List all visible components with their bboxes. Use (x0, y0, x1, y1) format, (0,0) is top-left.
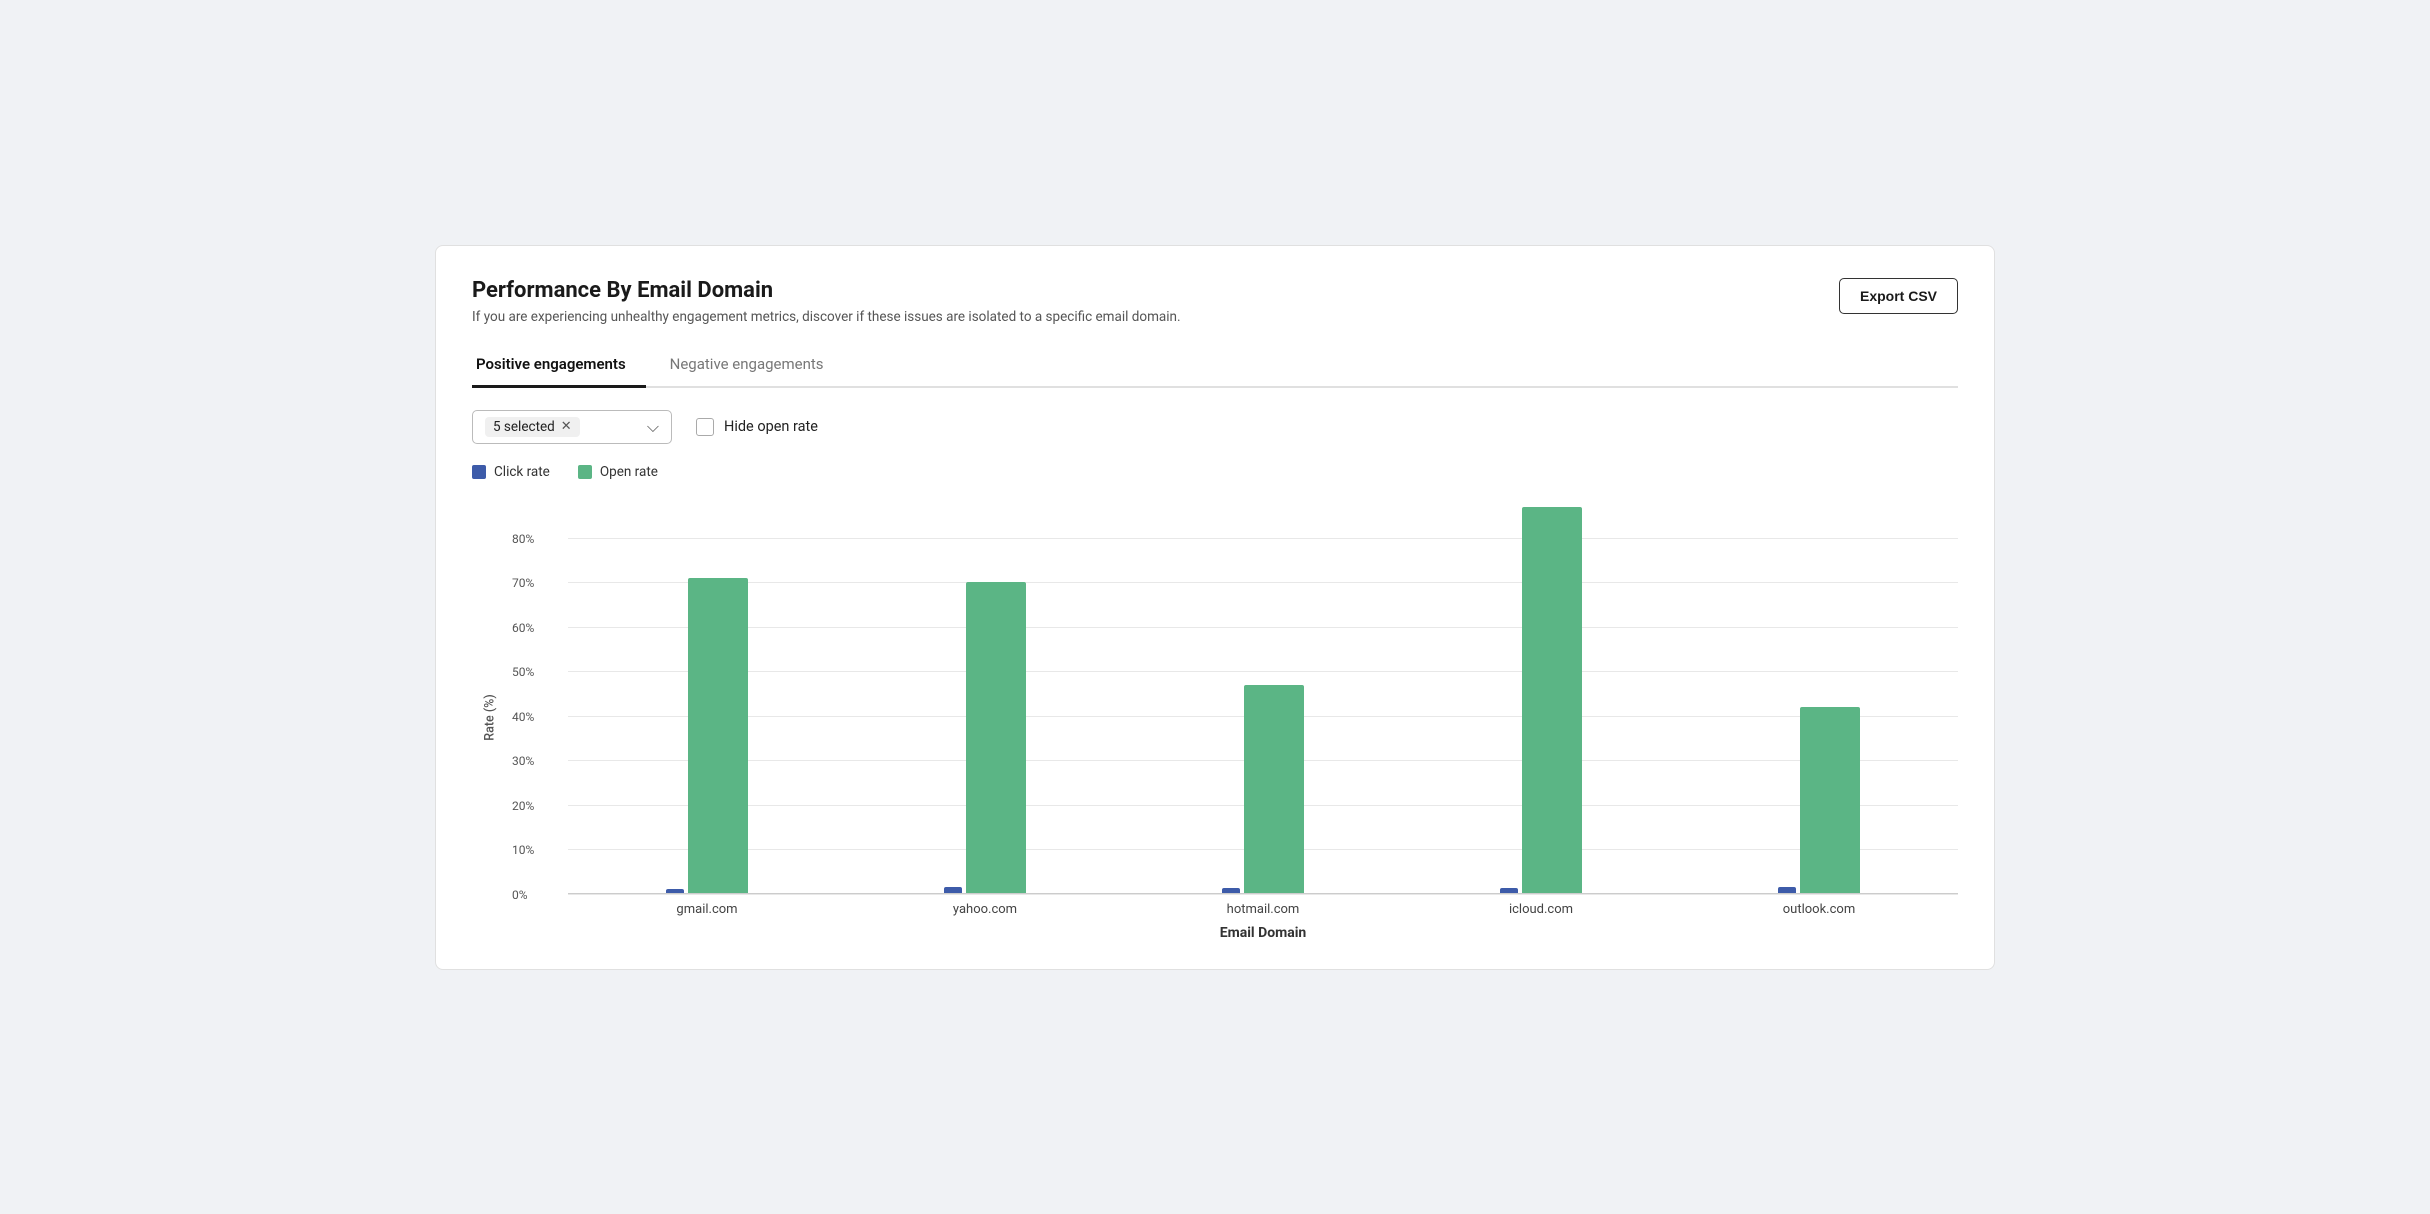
hide-open-rate-label: Hide open rate (724, 418, 818, 435)
hide-open-rate-checkbox[interactable] (696, 418, 714, 436)
tab-negative-engagements[interactable]: Negative engagements (666, 345, 844, 388)
selected-count: 5 selected (493, 419, 555, 435)
card-subtitle: If you are experiencing unhealthy engage… (472, 309, 1181, 325)
x-axis: gmail.comyahoo.comhotmail.comicloud.como… (508, 902, 1958, 917)
click-rate-color-swatch (472, 465, 486, 479)
grid-label: 80% (512, 532, 534, 546)
x-axis-title: Email Domain (508, 925, 1958, 941)
performance-card: Performance By Email Domain If you are e… (435, 245, 1995, 970)
bar-pair (1222, 494, 1304, 894)
open-rate-bar (1244, 685, 1304, 894)
bar-group (1441, 494, 1641, 894)
grid-label: 60% (512, 621, 534, 635)
grid-label: 40% (512, 710, 534, 724)
x-axis-domain-label: gmail.com (568, 902, 846, 917)
x-axis-domain-label: yahoo.com (846, 902, 1124, 917)
card-header: Performance By Email Domain If you are e… (472, 278, 1958, 325)
chart-area: Rate (%) 80% 70% 60% 50% 40% 30% 20% 10% 0% gmai… (472, 494, 1958, 941)
x-axis-domain-label: hotmail.com (1124, 902, 1402, 917)
grid-label: 30% (512, 754, 534, 768)
open-rate-bar (1800, 707, 1860, 894)
bar-pair (666, 494, 748, 894)
chart-legend: Click rate Open rate (472, 464, 1958, 480)
chevron-down-icon: ⌵ (647, 417, 659, 437)
bar-group (1719, 494, 1919, 894)
grid-label: 20% (512, 799, 534, 813)
open-rate-bar (966, 582, 1026, 893)
bar-group (885, 494, 1085, 894)
card-title: Performance By Email Domain (472, 278, 1181, 303)
y-axis-label-container: Rate (%) (472, 494, 508, 941)
open-rate-bar (1522, 507, 1582, 894)
x-axis-domain-label: icloud.com (1402, 902, 1680, 917)
bar-pair (1778, 494, 1860, 894)
legend-click-rate: Click rate (472, 464, 550, 480)
selected-badge: 5 selected ✕ (485, 417, 580, 437)
domain-dropdown[interactable]: 5 selected ✕ ⌵ (472, 410, 672, 444)
chart-container: Rate (%) 80% 70% 60% 50% 40% 30% 20% 10% 0% gmai… (472, 494, 1958, 941)
open-rate-color-swatch (578, 465, 592, 479)
bar-pair (944, 494, 1026, 894)
clear-selection-icon[interactable]: ✕ (561, 419, 572, 434)
grid-label: 10% (512, 843, 534, 857)
legend-open-rate: Open rate (578, 464, 658, 480)
baseline (568, 893, 1958, 894)
grid-label: 50% (512, 665, 534, 679)
bars-row (568, 494, 1958, 894)
bar-group (1163, 494, 1363, 894)
grid-label: 0% (512, 888, 528, 902)
click-rate-label: Click rate (494, 464, 550, 480)
card-title-area: Performance By Email Domain If you are e… (472, 278, 1181, 325)
hide-open-rate-toggle[interactable]: Hide open rate (696, 418, 818, 436)
tab-bar: Positive engagements Negative engagement… (472, 345, 1958, 388)
grid-label: 70% (512, 576, 534, 590)
bar-group (607, 494, 807, 894)
bar-pair (1500, 494, 1582, 894)
open-rate-bar (688, 578, 748, 894)
open-rate-label: Open rate (600, 464, 658, 480)
chart-inner: 80% 70% 60% 50% 40% 30% 20% 10% 0% gmail.comyaho… (508, 494, 1958, 941)
y-axis-label: Rate (%) (483, 694, 498, 740)
grid-line: 0% (568, 894, 1958, 895)
controls-row: 5 selected ✕ ⌵ Hide open rate (472, 410, 1958, 444)
grid-and-bars: 80% 70% 60% 50% 40% 30% 20% 10% 0% (508, 494, 1958, 894)
x-axis-domain-label: outlook.com (1680, 902, 1958, 917)
export-csv-button[interactable]: Export CSV (1839, 278, 1958, 314)
tab-positive-engagements[interactable]: Positive engagements (472, 345, 646, 388)
